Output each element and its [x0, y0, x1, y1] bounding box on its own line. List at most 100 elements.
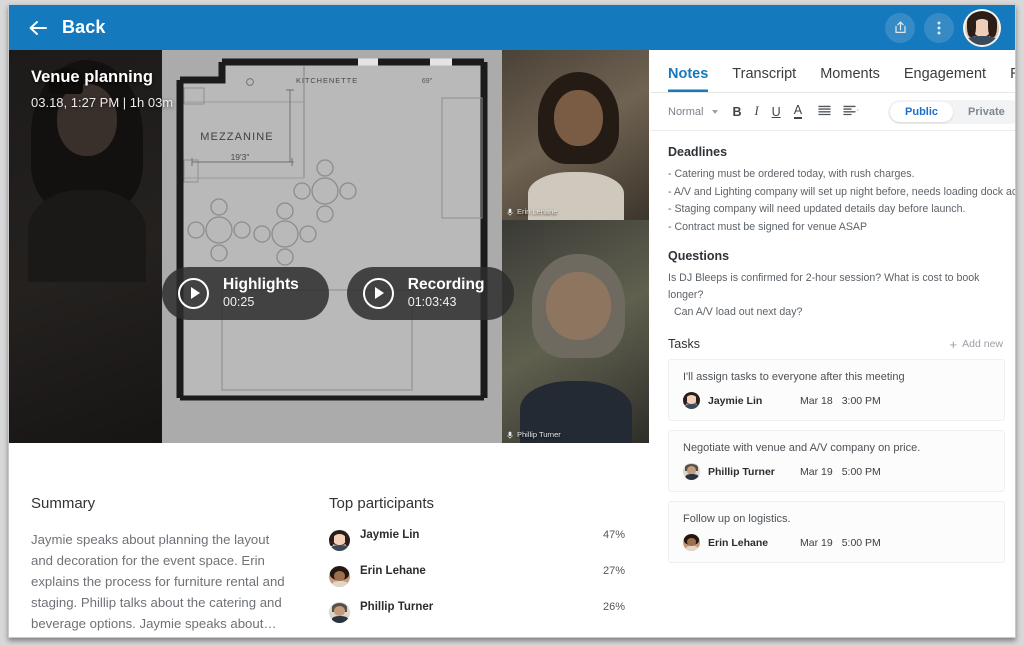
note-question: Can A/V load out next day?	[674, 306, 803, 318]
list-item[interactable]: Jaymie Lin 47%	[329, 529, 625, 551]
top-participants-section: Top participants Jaymie Lin 47% Erin Leh…	[329, 443, 649, 637]
tasks-header: Tasks + Add new	[650, 321, 1015, 359]
tab-report[interactable]: Report	[1010, 66, 1015, 92]
align-justify-icon[interactable]	[818, 103, 831, 121]
tasks-list: I'll assign tasks to everyone after this…	[650, 359, 1015, 563]
participant-name: Phillip Turner	[360, 601, 434, 613]
tab-notes[interactable]: Notes	[668, 66, 708, 92]
avatar	[683, 463, 700, 480]
avatar	[683, 392, 700, 409]
app-window: Back MEZZANINE 19'3" KITCHENETTE 69" Eri…	[8, 4, 1016, 638]
task-date: Mar 19	[800, 536, 833, 549]
back-button[interactable]: Back	[27, 17, 105, 39]
task-time: 5:00 PM	[841, 465, 881, 478]
tile-name-phillip: Phillip Turner	[507, 430, 561, 439]
tab-engagement[interactable]: Engagement	[904, 66, 986, 92]
task-text: I'll assign tasks to everyone after this…	[683, 371, 905, 383]
questions-heading: Questions	[668, 249, 730, 263]
summary-more-link[interactable]: more	[31, 637, 63, 638]
avatar	[683, 534, 700, 551]
add-new-task-button[interactable]: + Add new	[950, 338, 1003, 351]
avatar	[329, 530, 350, 551]
top-bar-actions	[885, 8, 1001, 47]
list-item[interactable]: Phillip Turner 26%	[329, 601, 625, 623]
recording-button[interactable]: Recording 01:03:43	[346, 267, 515, 320]
task-card[interactable]: I'll assign tasks to everyone after this…	[668, 359, 1005, 421]
note-bullet: - Staging company will need updated deta…	[668, 203, 966, 215]
recording-label: Recording	[407, 276, 485, 293]
share-icon[interactable]	[885, 12, 915, 43]
bold-button[interactable]: B	[732, 105, 741, 119]
avatar-face	[965, 10, 999, 45]
visibility-toggle: Public Private	[888, 99, 1015, 124]
svg-text:KITCHENETTE: KITCHENETTE	[296, 76, 358, 85]
task-text: Negotiate with venue and A/V company on …	[683, 442, 921, 454]
style-dropdown-label[interactable]: Normal	[668, 106, 703, 118]
meeting-meta: Venue planning 03.18, 1:27 PM | 1h 03m	[31, 68, 173, 110]
note-bullet: - Contract must be signed for venue ASAP	[668, 220, 868, 233]
task-card[interactable]: Negotiate with venue and A/V company on …	[668, 430, 1005, 492]
screen-share-floorplan: MEZZANINE 19'3" KITCHENETTE 69"	[162, 50, 502, 443]
mic-icon	[507, 431, 513, 439]
notes-content[interactable]: Deadlines - Catering must be ordered tod…	[650, 131, 1015, 321]
task-date: Mar 19	[800, 465, 833, 478]
svg-text:MEZZANINE: MEZZANINE	[200, 131, 273, 143]
deadlines-heading: Deadlines	[668, 145, 728, 159]
add-new-label: Add new	[962, 338, 1003, 350]
play-circle-icon	[178, 277, 209, 309]
summary-section: Summary Jaymie speaks about planning the…	[9, 443, 329, 638]
participant-video-erin	[502, 50, 649, 220]
public-toggle[interactable]: Public	[890, 101, 954, 122]
avatar[interactable]	[963, 8, 1001, 47]
tile-label-text: Phillip Turner	[517, 430, 561, 439]
insights-row: Summary Jaymie speaks about planning the…	[9, 443, 649, 638]
text-color-button[interactable]: A	[793, 103, 803, 120]
kebab-menu-icon[interactable]	[924, 12, 954, 43]
tab-bar: Notes Transcript Moments Engagement Repo…	[650, 50, 1015, 93]
underline-button[interactable]: U	[772, 105, 781, 119]
task-owner: Phillip Turner	[708, 465, 775, 478]
participant-video-phillip	[502, 220, 649, 443]
floorplan-drawing: MEZZANINE 19'3" KITCHENETTE 69"	[162, 50, 502, 443]
tile-label-text: Erin Lehane	[517, 207, 558, 216]
participant-percent: 47%	[602, 529, 625, 541]
video-stage[interactable]: MEZZANINE 19'3" KITCHENETTE 69" Erin Leh…	[9, 50, 649, 443]
summary-text: Jaymie speaks about planning the layout …	[31, 529, 293, 638]
video-tile-erin[interactable]: Erin Lehane	[502, 50, 649, 220]
video-tile-phillip[interactable]: Phillip Turner	[502, 220, 649, 443]
task-text: Follow up on logistics.	[683, 513, 791, 525]
task-date: Mar 18	[800, 394, 833, 407]
task-time: 3:00 PM	[841, 394, 881, 407]
page-title: Venue planning	[31, 68, 153, 86]
task-meta: Jaymie Lin Mar 18 3:00 PM	[683, 392, 990, 409]
align-left-icon[interactable]	[843, 103, 860, 121]
tab-transcript[interactable]: Transcript	[732, 66, 796, 92]
highlights-duration: 00:25	[223, 294, 255, 309]
italic-button[interactable]: I	[754, 104, 758, 119]
task-meta: Erin Lehane Mar 19 5:00 PM	[683, 534, 990, 551]
tasks-heading: Tasks	[668, 337, 700, 351]
avatar	[329, 602, 350, 623]
task-owner: Jaymie Lin	[708, 394, 763, 407]
avatar	[329, 566, 350, 587]
task-card[interactable]: Follow up on logistics. Erin Lehane Mar …	[668, 501, 1005, 563]
list-item[interactable]: Erin Lehane 27%	[329, 565, 625, 587]
chevron-down-icon[interactable]	[712, 109, 719, 114]
participant-name: Jaymie Lin	[360, 529, 420, 541]
participant-percent: 26%	[602, 601, 625, 613]
plus-icon: +	[949, 336, 958, 352]
formatting-toolbar: Normal B I U A Public Private	[650, 93, 1015, 131]
back-arrow-icon	[27, 17, 49, 39]
highlights-label: Highlights	[223, 276, 299, 293]
playback-chips: Highlights 00:25 Recording 01:03:43	[162, 267, 515, 320]
note-bullet: - Catering must be ordered today, with r…	[668, 168, 915, 180]
play-circle-icon	[362, 277, 394, 309]
meeting-subtitle: 03.18, 1:27 PM | 1h 03m	[31, 95, 174, 110]
highlights-button[interactable]: Highlights 00:25	[162, 267, 329, 320]
tab-moments[interactable]: Moments	[820, 66, 880, 92]
mic-icon	[507, 208, 513, 216]
recording-duration: 01:03:43	[407, 294, 457, 309]
note-question: Is DJ Bleeps is confirmed for 2-hour ses…	[668, 272, 980, 301]
task-meta: Phillip Turner Mar 19 5:00 PM	[683, 463, 990, 480]
private-toggle[interactable]: Private	[953, 102, 1015, 122]
